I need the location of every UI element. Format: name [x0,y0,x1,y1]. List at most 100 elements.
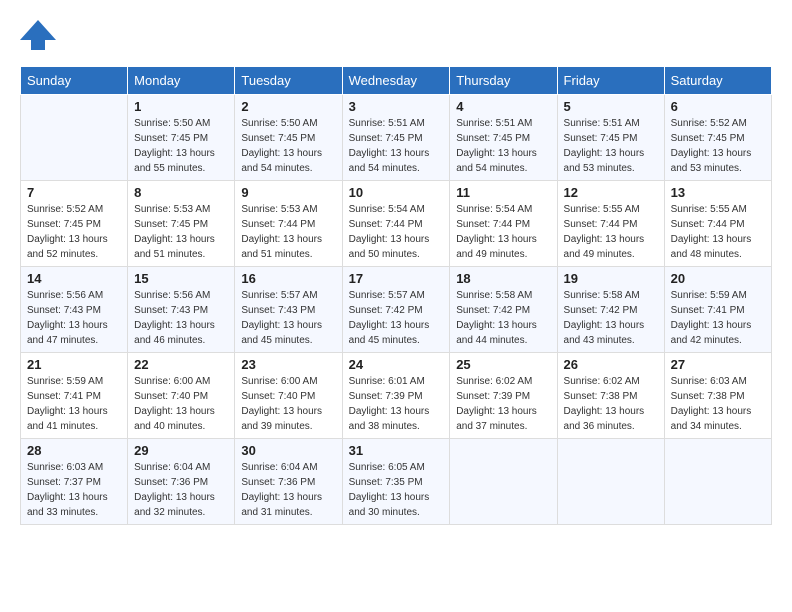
day-info: Sunrise: 6:01 AM Sunset: 7:39 PM Dayligh… [349,374,444,434]
day-info: Sunrise: 5:51 AM Sunset: 7:45 PM Dayligh… [456,116,550,176]
day-number: 9 [241,185,335,200]
calendar-cell: 5 Sunrise: 5:51 AM Sunset: 7:45 PM Daylig… [557,95,664,181]
calendar-cell: 10 Sunrise: 5:54 AM Sunset: 7:44 PM Dayli… [342,181,450,267]
calendar-cell: 11Sunrise: 5:54 AM Sunset: 7:44 PM Dayli… [450,181,557,267]
day-number: 30 [241,443,335,458]
weekday-header: Monday [128,67,235,95]
day-number: 23 [241,357,335,372]
logo-icon [20,20,56,50]
day-info: Sunrise: 5:55 AM Sunset: 7:44 PM Dayligh… [671,202,765,262]
day-info: Sunrise: 5:57 AM Sunset: 7:43 PM Dayligh… [241,288,335,348]
day-number: 25 [456,357,550,372]
logo [20,20,60,50]
day-number: 11 [456,185,550,200]
day-info: Sunrise: 5:50 AM Sunset: 7:45 PM Dayligh… [134,116,228,176]
day-info: Sunrise: 5:57 AM Sunset: 7:42 PM Dayligh… [349,288,444,348]
day-info: Sunrise: 5:58 AM Sunset: 7:42 PM Dayligh… [564,288,658,348]
day-number: 6 [671,99,765,114]
day-info: Sunrise: 5:50 AM Sunset: 7:45 PM Dayligh… [241,116,335,176]
calendar-cell: 26Sunrise: 6:02 AM Sunset: 7:38 PM Dayli… [557,353,664,439]
day-number: 20 [671,271,765,286]
calendar-week-row: 14 Sunrise: 5:56 AM Sunset: 7:43 PM Dayli… [21,267,772,353]
header-row: SundayMondayTuesdayWednesdayThursdayFrid… [21,67,772,95]
day-number: 14 [27,271,121,286]
calendar-cell: 30 Sunrise: 6:04 AM Sunset: 7:36 PM Dayli… [235,439,342,525]
day-number: 29 [134,443,228,458]
calendar-cell: 27 Sunrise: 6:03 AM Sunset: 7:38 PM Dayli… [664,353,771,439]
day-number: 12 [564,185,658,200]
day-number: 5 [564,99,658,114]
calendar-week-row: 7Sunrise: 5:52 AM Sunset: 7:45 PM Daylig… [21,181,772,267]
calendar-week-row: 28 Sunrise: 6:03 AM Sunset: 7:37 PM Dayli… [21,439,772,525]
calendar-cell: 3 Sunrise: 5:51 AM Sunset: 7:45 PM Daylig… [342,95,450,181]
day-info: Sunrise: 5:54 AM Sunset: 7:44 PM Dayligh… [349,202,444,262]
calendar-table: SundayMondayTuesdayWednesdayThursdayFrid… [20,66,772,525]
day-number: 16 [241,271,335,286]
calendar-cell: 31Sunrise: 6:05 AM Sunset: 7:35 PM Dayli… [342,439,450,525]
calendar-cell: 14 Sunrise: 5:56 AM Sunset: 7:43 PM Dayli… [21,267,128,353]
day-number: 31 [349,443,444,458]
weekday-header: Saturday [664,67,771,95]
weekday-header: Thursday [450,67,557,95]
day-number: 1 [134,99,228,114]
calendar-cell: 12 Sunrise: 5:55 AM Sunset: 7:44 PM Dayli… [557,181,664,267]
calendar-cell [450,439,557,525]
day-info: Sunrise: 6:03 AM Sunset: 7:37 PM Dayligh… [27,460,121,520]
calendar-cell [557,439,664,525]
calendar-cell: 28 Sunrise: 6:03 AM Sunset: 7:37 PM Dayli… [21,439,128,525]
day-number: 18 [456,271,550,286]
day-number: 21 [27,357,121,372]
day-info: Sunrise: 5:55 AM Sunset: 7:44 PM Dayligh… [564,202,658,262]
day-number: 24 [349,357,444,372]
calendar-cell: 24 Sunrise: 6:01 AM Sunset: 7:39 PM Dayli… [342,353,450,439]
day-info: Sunrise: 5:52 AM Sunset: 7:45 PM Dayligh… [671,116,765,176]
day-info: Sunrise: 5:51 AM Sunset: 7:45 PM Dayligh… [349,116,444,176]
calendar-cell: 8Sunrise: 5:53 AM Sunset: 7:45 PM Daylig… [128,181,235,267]
day-number: 15 [134,271,228,286]
day-info: Sunrise: 5:53 AM Sunset: 7:44 PM Dayligh… [241,202,335,262]
calendar-cell: 2 Sunrise: 5:50 AM Sunset: 7:45 PM Daylig… [235,95,342,181]
day-info: Sunrise: 6:04 AM Sunset: 7:36 PM Dayligh… [241,460,335,520]
day-number: 13 [671,185,765,200]
calendar-cell: 20 Sunrise: 5:59 AM Sunset: 7:41 PM Dayli… [664,267,771,353]
calendar-week-row: 21Sunrise: 5:59 AM Sunset: 7:41 PM Dayli… [21,353,772,439]
day-info: Sunrise: 5:52 AM Sunset: 7:45 PM Dayligh… [27,202,121,262]
day-number: 10 [349,185,444,200]
weekday-header: Sunday [21,67,128,95]
day-number: 17 [349,271,444,286]
day-info: Sunrise: 6:03 AM Sunset: 7:38 PM Dayligh… [671,374,765,434]
day-info: Sunrise: 5:51 AM Sunset: 7:45 PM Dayligh… [564,116,658,176]
day-number: 3 [349,99,444,114]
calendar-cell: 18 Sunrise: 5:58 AM Sunset: 7:42 PM Dayli… [450,267,557,353]
calendar-cell: 16 Sunrise: 5:57 AM Sunset: 7:43 PM Dayli… [235,267,342,353]
day-info: Sunrise: 5:56 AM Sunset: 7:43 PM Dayligh… [134,288,228,348]
day-number: 4 [456,99,550,114]
calendar-header: SundayMondayTuesdayWednesdayThursdayFrid… [21,67,772,95]
calendar-cell: 22Sunrise: 6:00 AM Sunset: 7:40 PM Dayli… [128,353,235,439]
day-info: Sunrise: 5:58 AM Sunset: 7:42 PM Dayligh… [456,288,550,348]
calendar-cell: 4 Sunrise: 5:51 AM Sunset: 7:45 PM Daylig… [450,95,557,181]
day-info: Sunrise: 6:04 AM Sunset: 7:36 PM Dayligh… [134,460,228,520]
calendar-week-row: 1 Sunrise: 5:50 AM Sunset: 7:45 PM Daylig… [21,95,772,181]
calendar-cell [664,439,771,525]
calendar-cell: 9 Sunrise: 5:53 AM Sunset: 7:44 PM Daylig… [235,181,342,267]
page-header [20,20,772,50]
day-info: Sunrise: 6:00 AM Sunset: 7:40 PM Dayligh… [134,374,228,434]
day-info: Sunrise: 5:56 AM Sunset: 7:43 PM Dayligh… [27,288,121,348]
day-number: 28 [27,443,121,458]
calendar-cell: 15 Sunrise: 5:56 AM Sunset: 7:43 PM Dayli… [128,267,235,353]
day-number: 8 [134,185,228,200]
day-number: 2 [241,99,335,114]
day-number: 26 [564,357,658,372]
day-number: 19 [564,271,658,286]
calendar-cell: 17 Sunrise: 5:57 AM Sunset: 7:42 PM Dayli… [342,267,450,353]
day-info: Sunrise: 6:00 AM Sunset: 7:40 PM Dayligh… [241,374,335,434]
weekday-header: Wednesday [342,67,450,95]
calendar-cell: 23 Sunrise: 6:00 AM Sunset: 7:40 PM Dayli… [235,353,342,439]
calendar-cell [21,95,128,181]
day-number: 27 [671,357,765,372]
calendar-cell: 1 Sunrise: 5:50 AM Sunset: 7:45 PM Daylig… [128,95,235,181]
calendar-cell: 13 Sunrise: 5:55 AM Sunset: 7:44 PM Dayli… [664,181,771,267]
day-info: Sunrise: 5:59 AM Sunset: 7:41 PM Dayligh… [671,288,765,348]
calendar-body: 1 Sunrise: 5:50 AM Sunset: 7:45 PM Daylig… [21,95,772,525]
